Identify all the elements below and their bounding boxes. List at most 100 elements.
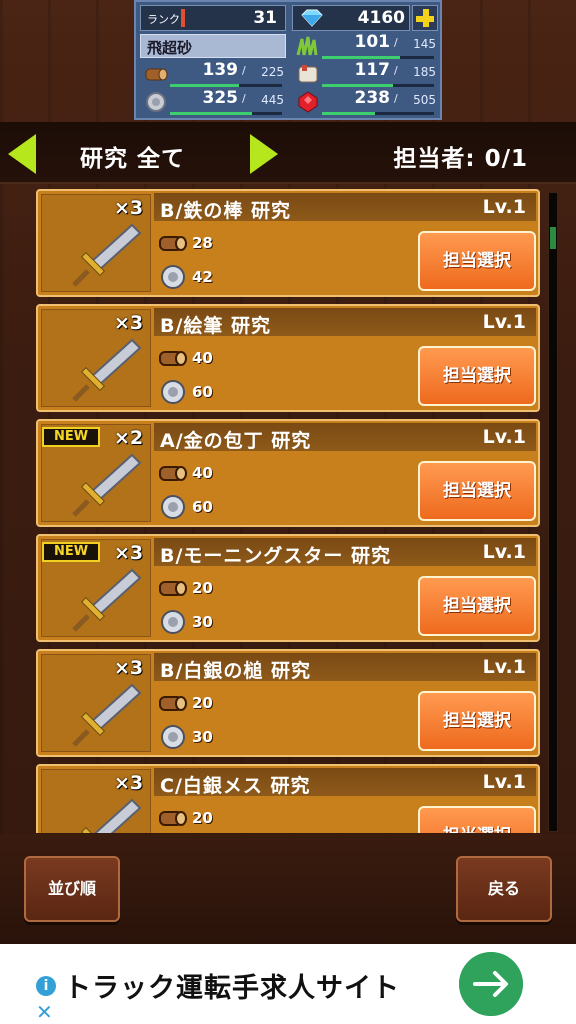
diamond-icon bbox=[301, 9, 323, 27]
next-category-arrow-icon[interactable] bbox=[250, 134, 278, 174]
rank-indicator bbox=[181, 9, 185, 27]
wood-cost: 20 bbox=[158, 689, 228, 717]
research-level: Lv.1 bbox=[482, 656, 526, 678]
assign-staff-button[interactable]: 担当選択 bbox=[418, 231, 536, 291]
resource-bar-fill bbox=[322, 84, 393, 87]
coin-icon bbox=[146, 92, 166, 112]
ad-banner[interactable]: i ✕ トラック運転手求人サイト bbox=[0, 944, 576, 1024]
wood-log-icon bbox=[159, 581, 187, 596]
item-thumbnail: ×3 bbox=[41, 194, 151, 292]
assign-staff-button[interactable]: 担当選択 bbox=[418, 691, 536, 751]
assign-staff-button[interactable]: 担当選択 bbox=[418, 346, 536, 406]
resource-bar bbox=[322, 112, 434, 115]
resource-bar-fill bbox=[322, 56, 401, 59]
grass-icon bbox=[296, 36, 318, 56]
category-title: 研究 全て bbox=[80, 146, 186, 172]
gem-count: 4160 bbox=[357, 8, 405, 28]
card-title-bar: B/絵筆 研究 Lv.1 bbox=[154, 308, 536, 337]
sword-icon bbox=[72, 568, 142, 632]
card-title-bar: B/鉄の棒 研究 Lv.1 bbox=[154, 193, 536, 222]
resource-grass: 101 / 145 bbox=[292, 32, 438, 60]
ad-close-icon[interactable]: ✕ bbox=[36, 1000, 53, 1024]
sword-icon bbox=[72, 338, 142, 402]
research-title: B/白銀の槌 研究 bbox=[160, 660, 312, 682]
category-header: 研究 全て 担当者: 0/1 bbox=[0, 122, 576, 184]
add-gems-button[interactable] bbox=[412, 5, 438, 31]
status-panel: ランク 31 4160 飛超砂 101 / 145 139 / 225 117 … bbox=[134, 0, 442, 120]
item-thumbnail: NEW ×2 bbox=[41, 424, 151, 522]
research-card[interactable]: NEW ×3 B/モーニングスター 研究 Lv.1 20 30 担当選択 bbox=[36, 534, 540, 642]
coin-cost: 60 bbox=[158, 493, 228, 521]
research-level: Lv.1 bbox=[482, 426, 526, 448]
research-card[interactable]: ×3 C/白銀メス 研究 Lv.1 20 担当選択 bbox=[36, 764, 540, 833]
resource-bar bbox=[170, 84, 282, 87]
item-thumbnail: NEW ×3 bbox=[41, 539, 151, 637]
staff-count: 担当者: 0/1 bbox=[393, 146, 528, 172]
resource-bar bbox=[322, 84, 434, 87]
research-card[interactable]: ×3 B/絵筆 研究 Lv.1 40 60 担当選択 bbox=[36, 304, 540, 412]
coin-cost: 30 bbox=[158, 723, 228, 751]
ad-text[interactable]: トラック運転手求人サイト bbox=[64, 966, 400, 1005]
card-title-bar: C/白銀メス 研究 Lv.1 bbox=[154, 768, 536, 797]
card-title-bar: B/白銀の槌 研究 Lv.1 bbox=[154, 653, 536, 682]
wood-log-icon bbox=[159, 811, 187, 826]
coin-cost: 60 bbox=[158, 378, 228, 406]
wood-log-icon bbox=[159, 351, 187, 366]
coin-icon bbox=[161, 725, 185, 749]
coin-icon bbox=[161, 380, 185, 404]
new-badge: NEW bbox=[42, 542, 100, 562]
research-level: Lv.1 bbox=[482, 771, 526, 793]
multiplier-label: ×3 bbox=[114, 197, 144, 219]
item-thumbnail: ×3 bbox=[41, 654, 151, 752]
bottom-bar: 並び順 戻る bbox=[0, 834, 576, 944]
research-card[interactable]: ×3 B/鉄の棒 研究 Lv.1 28 42 担当選択 bbox=[36, 189, 540, 297]
ad-info-icon[interactable]: i bbox=[36, 976, 56, 996]
arrow-right-icon[interactable] bbox=[459, 952, 523, 1016]
research-level: Lv.1 bbox=[482, 541, 526, 563]
research-title: B/モーニングスター 研究 bbox=[160, 545, 392, 567]
wood-cost: 28 bbox=[158, 229, 228, 257]
assign-staff-button[interactable]: 担当選択 bbox=[418, 806, 536, 833]
research-title: A/金の包丁 研究 bbox=[160, 430, 312, 452]
rank-value: 31 bbox=[253, 8, 277, 28]
card-title-bar: A/金の包丁 研究 Lv.1 bbox=[154, 423, 536, 452]
sword-icon bbox=[72, 223, 142, 287]
research-list[interactable]: ×3 B/鉄の棒 研究 Lv.1 28 42 担当選択 ×3 B/絵筆 研究 L… bbox=[30, 185, 546, 833]
assign-staff-button[interactable]: 担当選択 bbox=[418, 461, 536, 521]
research-level: Lv.1 bbox=[482, 196, 526, 218]
rank-label: ランク bbox=[147, 13, 180, 26]
new-badge: NEW bbox=[42, 427, 100, 447]
scrollbar[interactable] bbox=[548, 192, 558, 832]
resource-coin: 325 / 445 bbox=[140, 88, 286, 116]
wood-log-icon bbox=[145, 68, 168, 81]
resource-bar bbox=[322, 56, 434, 59]
wood-log-icon bbox=[159, 466, 187, 481]
research-title: B/絵筆 研究 bbox=[160, 315, 272, 337]
wood-log-icon bbox=[159, 236, 187, 251]
ruby-icon bbox=[298, 91, 318, 113]
research-card[interactable]: NEW ×2 A/金の包丁 研究 Lv.1 40 60 担当選択 bbox=[36, 419, 540, 527]
research-level: Lv.1 bbox=[482, 311, 526, 333]
sword-icon bbox=[72, 683, 142, 747]
multiplier-label: ×3 bbox=[114, 312, 144, 334]
assign-staff-button[interactable]: 担当選択 bbox=[418, 576, 536, 636]
cloth-icon bbox=[298, 65, 318, 83]
player-name: 飛超砂 bbox=[147, 39, 193, 57]
item-thumbnail: ×3 bbox=[41, 309, 151, 407]
coin-cost: 42 bbox=[158, 263, 228, 291]
wood-cost: 20 bbox=[158, 804, 228, 832]
back-button[interactable]: 戻る bbox=[456, 856, 552, 922]
rank-box: ランク 31 bbox=[140, 5, 286, 31]
research-title: C/白銀メス 研究 bbox=[160, 775, 311, 797]
player-name-box: 飛超砂 bbox=[140, 34, 286, 58]
multiplier-label: ×3 bbox=[114, 542, 144, 564]
research-card[interactable]: ×3 B/白銀の槌 研究 Lv.1 20 30 担当選択 bbox=[36, 649, 540, 757]
wood-log-icon bbox=[159, 696, 187, 711]
scrollbar-thumb[interactable] bbox=[550, 227, 556, 249]
gem-box: 4160 bbox=[292, 5, 410, 31]
prev-category-arrow-icon[interactable] bbox=[8, 134, 36, 174]
resource-cloth: 117 / 185 bbox=[292, 60, 438, 88]
resource-bar-fill bbox=[170, 112, 252, 115]
sort-button[interactable]: 並び順 bbox=[24, 856, 120, 922]
wood-cost: 40 bbox=[158, 459, 228, 487]
